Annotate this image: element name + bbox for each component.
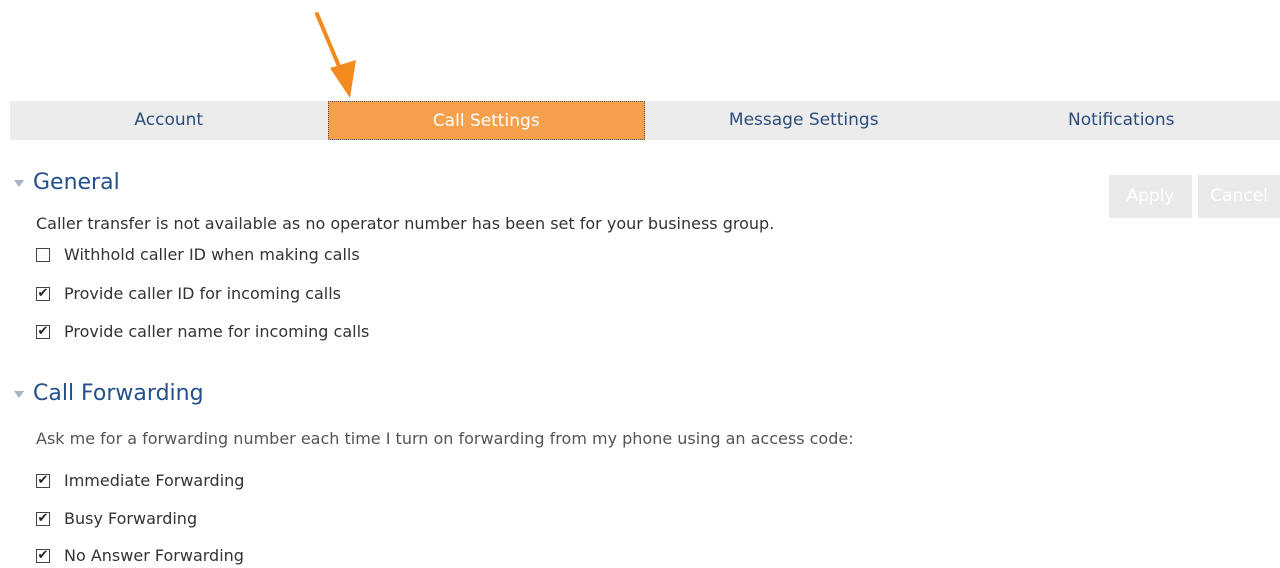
call-forwarding-section-title: Call Forwarding bbox=[33, 381, 204, 406]
withhold-caller-id-option[interactable]: Withhold caller ID when making calls bbox=[36, 245, 360, 264]
annotation-arrow-icon bbox=[315, 12, 356, 98]
tab-account[interactable]: Account bbox=[10, 101, 328, 140]
tab-message-settings[interactable]: Message Settings bbox=[645, 101, 963, 140]
apply-button[interactable]: Apply bbox=[1109, 175, 1192, 218]
provide-caller-id-checkbox[interactable]: ✔ bbox=[36, 286, 50, 301]
busy-forwarding-checkbox[interactable]: ✔ bbox=[36, 511, 50, 526]
withhold-caller-id-checkbox[interactable] bbox=[36, 247, 50, 262]
provide-caller-name-checkbox[interactable]: ✔ bbox=[36, 324, 50, 339]
no-answer-forwarding-option[interactable]: ✔ No Answer Forwarding bbox=[36, 546, 244, 565]
collapse-triangle-icon bbox=[14, 391, 24, 398]
caller-transfer-note: Caller transfer is not available as no o… bbox=[36, 214, 775, 233]
immediate-forwarding-option[interactable]: ✔ Immediate Forwarding bbox=[36, 471, 244, 490]
general-section-header[interactable]: General bbox=[14, 170, 120, 195]
provide-caller-id-label: Provide caller ID for incoming calls bbox=[64, 284, 342, 303]
cancel-button[interactable]: Cancel bbox=[1198, 175, 1280, 218]
provide-caller-id-option[interactable]: ✔ Provide caller ID for incoming calls bbox=[36, 284, 341, 303]
immediate-forwarding-checkbox[interactable]: ✔ bbox=[36, 473, 50, 488]
call-forwarding-section-header[interactable]: Call Forwarding bbox=[14, 381, 204, 406]
immediate-forwarding-label: Immediate Forwarding bbox=[64, 471, 245, 490]
provide-caller-name-label: Provide caller name for incoming calls bbox=[64, 322, 370, 341]
provide-caller-name-option[interactable]: ✔ Provide caller name for incoming calls bbox=[36, 322, 369, 341]
collapse-triangle-icon bbox=[14, 180, 24, 187]
no-answer-forwarding-checkbox[interactable]: ✔ bbox=[36, 548, 50, 563]
busy-forwarding-option[interactable]: ✔ Busy Forwarding bbox=[36, 509, 197, 528]
forwarding-description: Ask me for a forwarding number each time… bbox=[36, 429, 854, 448]
no-answer-forwarding-label: No Answer Forwarding bbox=[64, 546, 244, 565]
tab-call-settings[interactable]: Call Settings bbox=[327, 101, 645, 140]
settings-tab-bar: Account Call Settings Message Settings N… bbox=[10, 101, 1280, 140]
busy-forwarding-label: Busy Forwarding bbox=[64, 509, 198, 528]
withhold-caller-id-label: Withhold caller ID when making calls bbox=[64, 245, 360, 264]
tab-notifications[interactable]: Notifications bbox=[963, 101, 1280, 140]
general-section-title: General bbox=[33, 170, 120, 195]
